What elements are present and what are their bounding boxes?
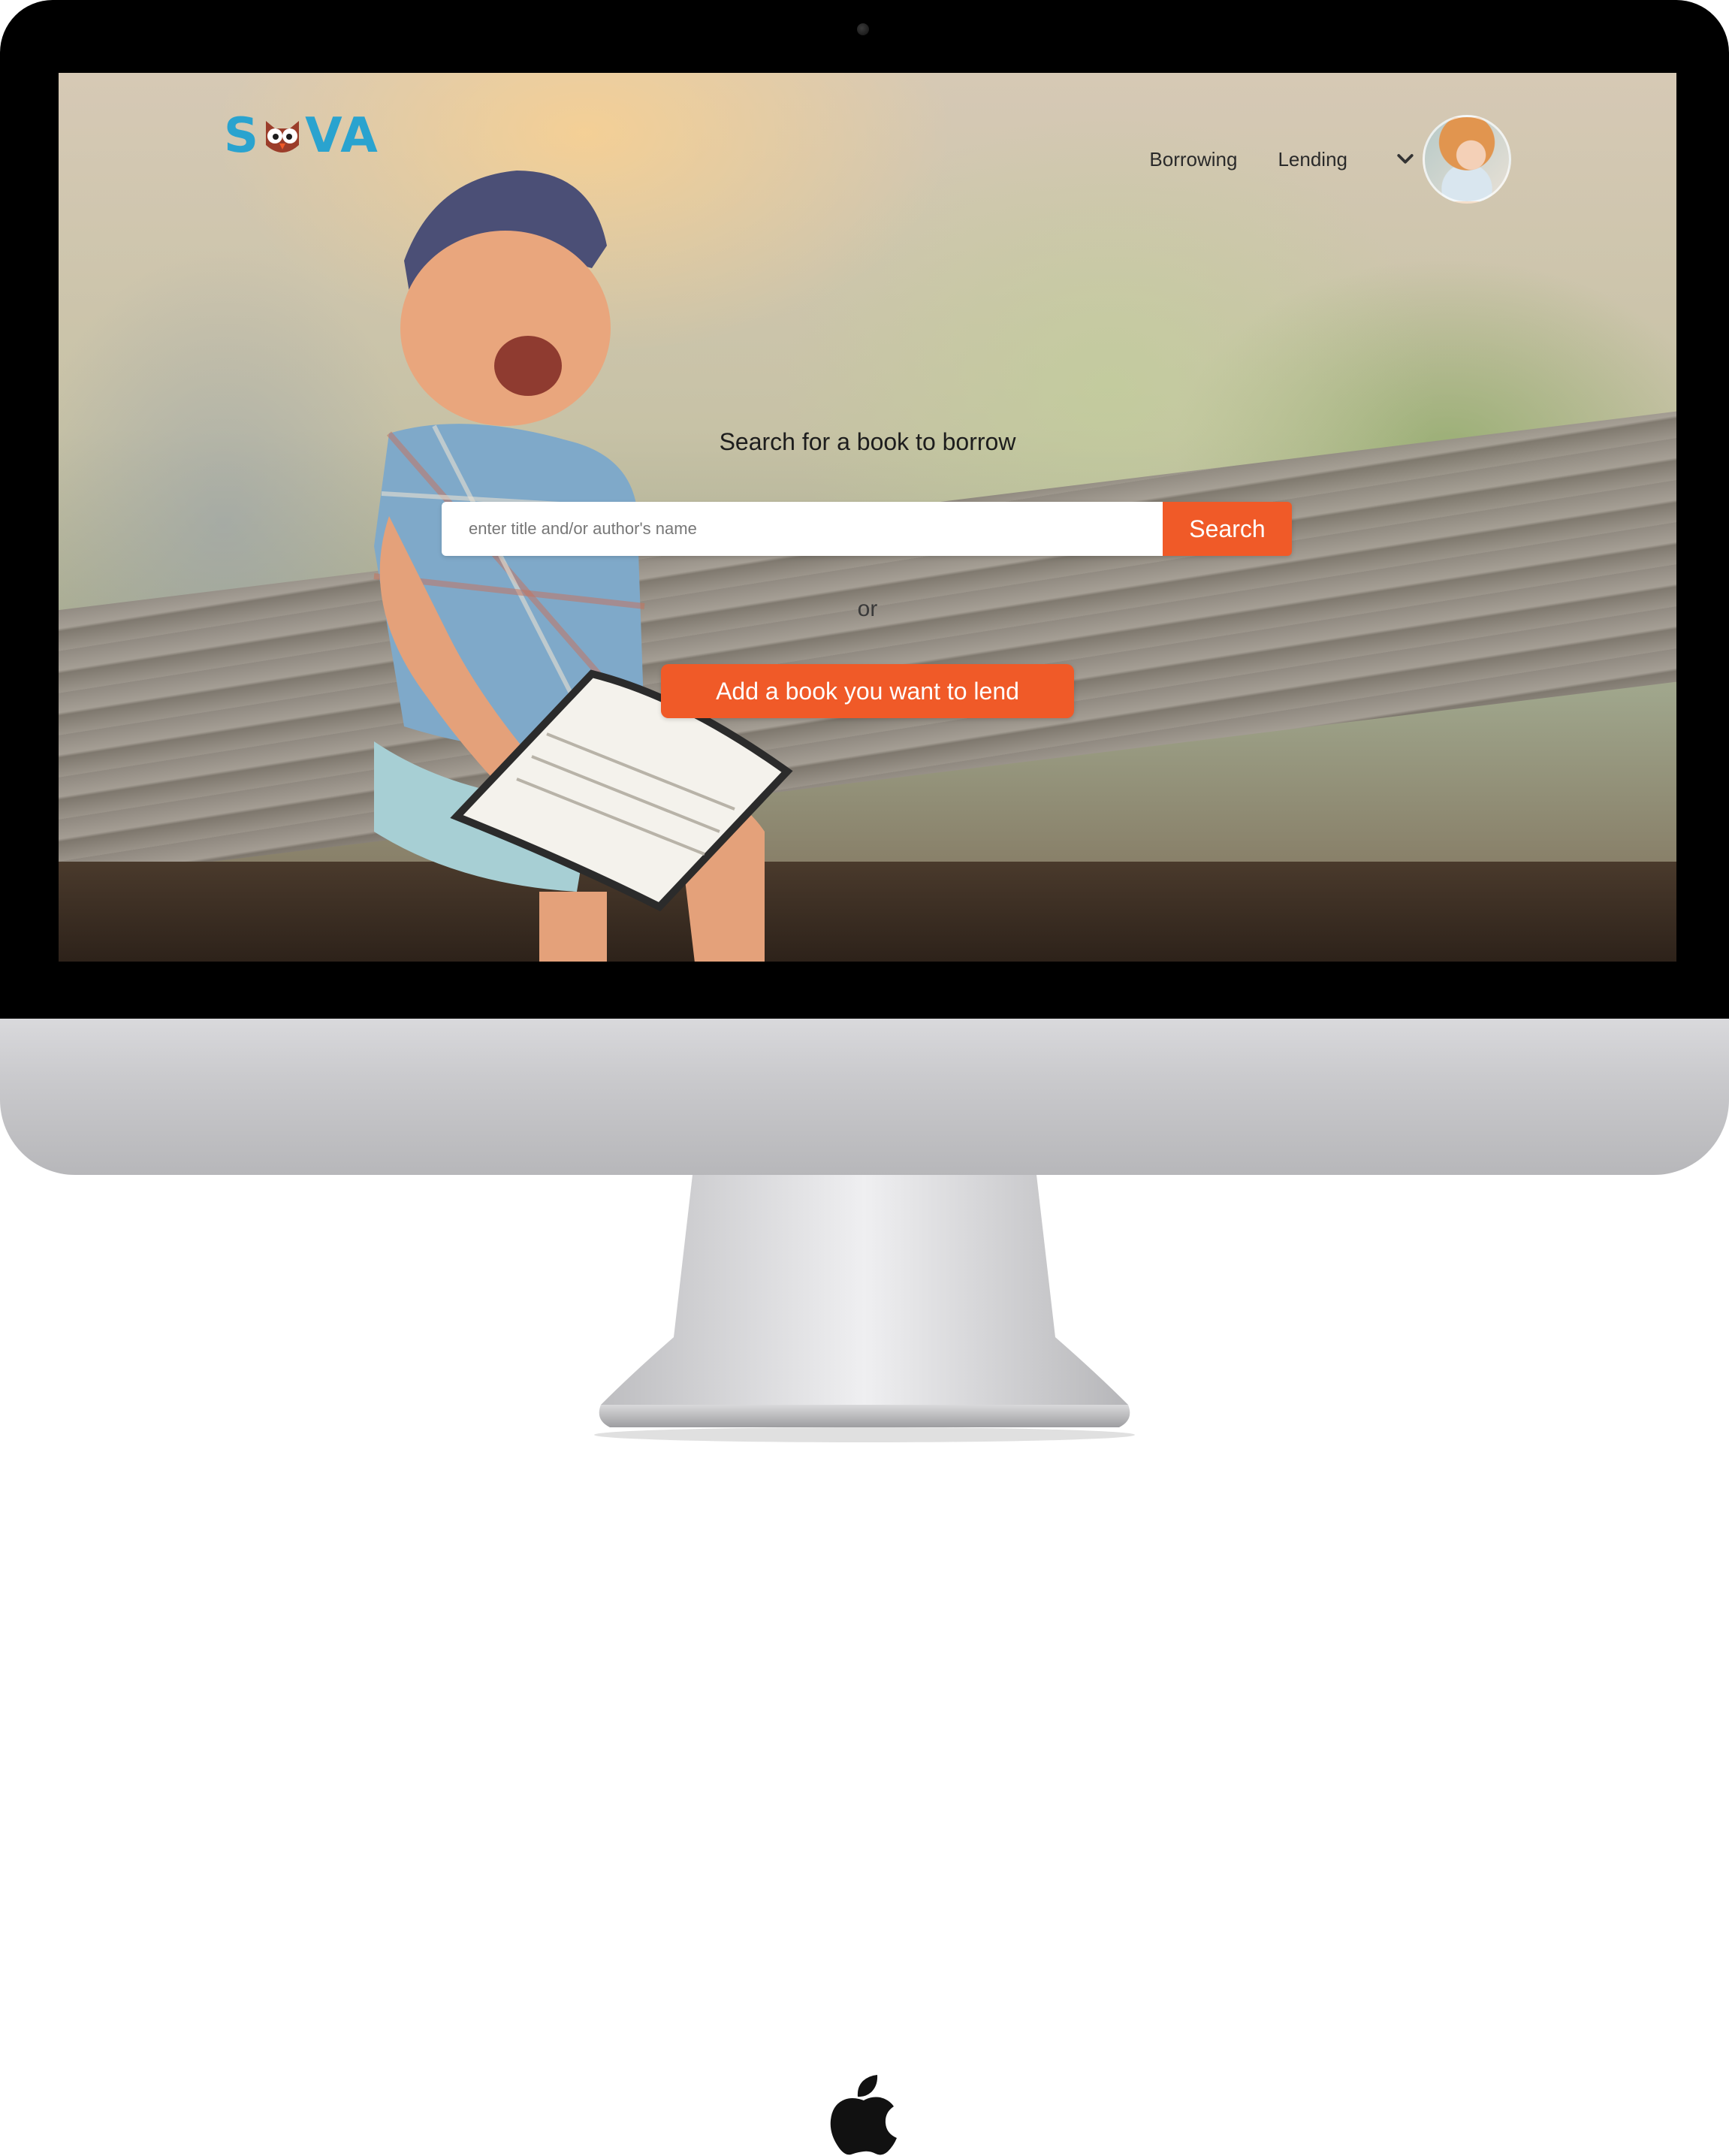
monitor-chin <box>0 1019 1729 2155</box>
top-navigation: Borrowing Lending <box>1149 115 1511 204</box>
book-search-bar: Search <box>442 502 1292 556</box>
logo-letter-s: S <box>224 108 261 164</box>
book-search-input[interactable] <box>442 502 1163 556</box>
chevron-down-icon[interactable] <box>1394 148 1417 171</box>
logo-letters-va: VA <box>305 108 379 164</box>
search-button[interactable]: Search <box>1163 502 1292 556</box>
monitor-stand <box>594 1175 1135 1442</box>
wooden-table-background <box>59 401 1676 884</box>
nav-borrowing[interactable]: Borrowing <box>1149 148 1237 171</box>
nav-lending[interactable]: Lending <box>1278 148 1347 171</box>
table-shadow-background <box>59 862 1676 962</box>
avatar[interactable] <box>1423 115 1511 204</box>
user-menu[interactable] <box>1394 115 1511 204</box>
imac-device-frame: S VA Borrowing Lending Search for a book… <box>0 0 1729 2155</box>
sova-logo[interactable]: S VA <box>224 108 382 164</box>
add-book-to-lend-button[interactable]: Add a book you want to lend <box>661 664 1074 718</box>
or-divider-text: or <box>857 596 878 621</box>
camera-icon <box>857 23 869 35</box>
owl-icon <box>266 121 300 152</box>
monitor-bezel: S VA Borrowing Lending Search for a book… <box>0 0 1729 1019</box>
hero-title: Search for a book to borrow <box>719 428 1016 455</box>
website-screen: S VA Borrowing Lending Search for a book… <box>59 73 1676 962</box>
apple-logo-icon <box>830 2075 897 2155</box>
